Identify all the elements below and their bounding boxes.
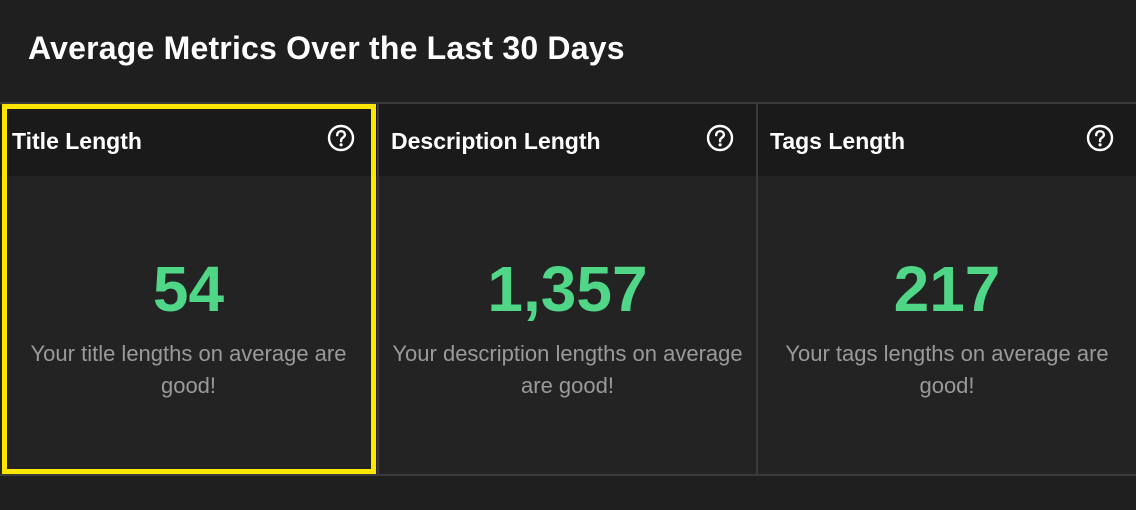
help-circle-icon[interactable] <box>327 124 355 152</box>
metric-description: Your title lengths on average are good! <box>30 341 347 398</box>
metric-card-description-length[interactable]: Description Length 1,357 Your descriptio… <box>379 104 758 474</box>
card-header: Tags Length <box>758 104 1136 176</box>
metrics-grid: Title Length 54 Your title lengths on av… <box>0 102 1136 476</box>
metric-value: 54 <box>152 253 225 325</box>
page-title: Average Metrics Over the Last 30 Days <box>28 30 625 66</box>
card-header: Title Length <box>0 104 377 176</box>
metric-value: 1,357 <box>487 253 648 325</box>
card-title: Title Length <box>12 128 142 154</box>
help-circle-icon[interactable] <box>706 124 734 152</box>
card-header: Description Length <box>379 104 756 176</box>
metric-description: Your tags lengths on average are good! <box>785 341 1109 398</box>
metric-card-tags-length[interactable]: Tags Length 217 Your tags lengths on ave… <box>758 104 1136 474</box>
help-circle-icon[interactable] <box>1086 124 1114 152</box>
metric-card-title-length[interactable]: Title Length 54 Your title lengths on av… <box>0 104 379 474</box>
metric-description: Your description lengths on average are … <box>392 341 743 398</box>
metric-value: 217 <box>893 253 1001 325</box>
card-title: Tags Length <box>770 128 906 154</box>
metrics-panel: Average Metrics Over the Last 30 Days Ti… <box>0 0 1136 510</box>
card-title: Description Length <box>391 128 601 154</box>
